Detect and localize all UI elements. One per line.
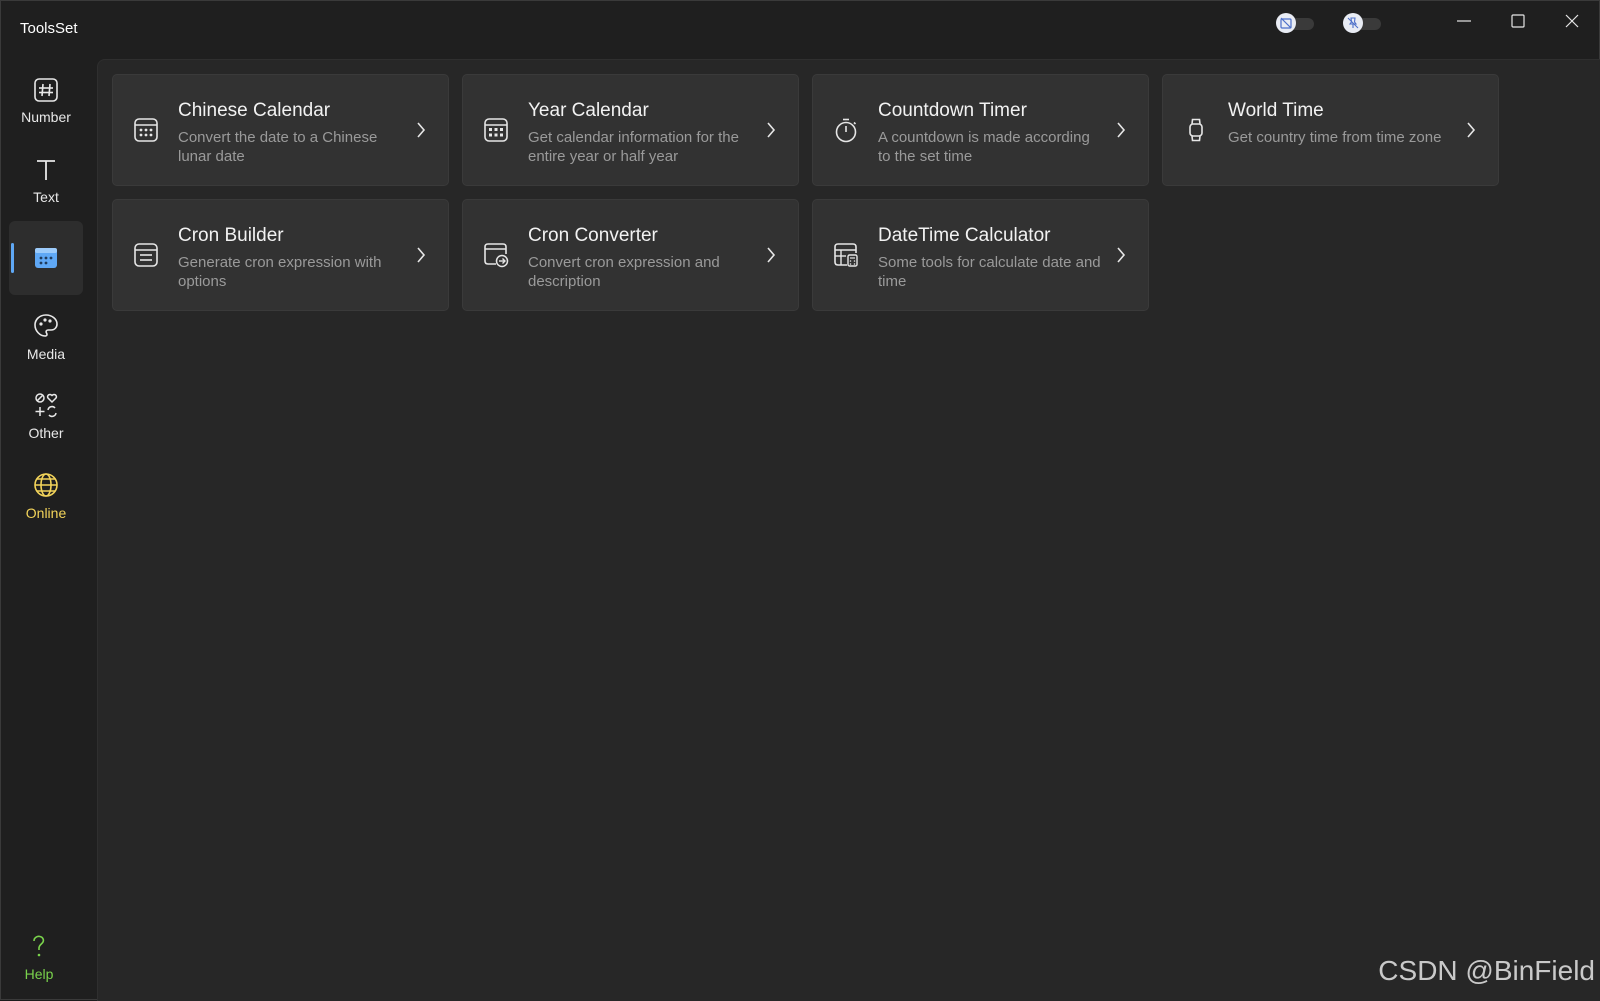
- calendar-arrow-icon: [484, 243, 509, 268]
- title-bar: ToolsSet: [1, 1, 1600, 59]
- calendar-icon: [35, 248, 57, 268]
- table-calculator-icon: [834, 243, 858, 267]
- card-description: Get calendar information for the entire …: [528, 129, 739, 165]
- sidebar-item-other[interactable]: Other: [9, 379, 83, 453]
- maximize-button[interactable]: [1491, 1, 1545, 41]
- card-title: World Time: [1228, 100, 1324, 121]
- card-title: DateTime Calculator: [878, 225, 1051, 246]
- app-window: ToolsSet Number Text Media Other Online …: [0, 0, 1600, 1001]
- chevron-right-icon: [1467, 122, 1476, 138]
- stopwatch-icon: [835, 118, 857, 143]
- tool-card-chinese-calendar[interactable]: Chinese Calendar Convert the date to a C…: [112, 74, 449, 186]
- chevron-right-icon: [767, 122, 776, 138]
- cron-builder-icon: [134, 243, 158, 267]
- sidebar-item-text[interactable]: Text: [9, 144, 83, 218]
- hash-icon: [34, 78, 58, 102]
- card-description: Generate cron expression with options: [178, 254, 382, 290]
- watermark-text: CSDN @BinField: [1378, 955, 1595, 986]
- close-icon: [1565, 14, 1579, 28]
- pin-toggle[interactable]: [1343, 13, 1385, 33]
- card-description: Get country time from time zone: [1228, 129, 1442, 146]
- minimize-button[interactable]: [1437, 1, 1491, 41]
- sidebar-item-label: Number: [21, 109, 71, 125]
- card-description: Convert cron expression and description: [528, 254, 720, 290]
- toggle-knob: [1343, 13, 1363, 33]
- calendar-month-icon: [484, 118, 508, 142]
- text-t-icon: [37, 160, 55, 180]
- sidebar-item-label: Media: [26, 346, 66, 362]
- tool-card-year-calendar[interactable]: Year Calendar Get calendar information f…: [462, 74, 799, 186]
- tool-card-cron-converter[interactable]: Cron Converter Convert cron expression a…: [462, 199, 799, 311]
- tool-card-world-time[interactable]: World Time Get country time from time zo…: [1162, 74, 1499, 186]
- chevron-right-icon: [417, 122, 426, 138]
- sidebar-item-datetime[interactable]: [9, 221, 83, 295]
- sidebar-item-label: Online: [25, 505, 67, 521]
- close-button[interactable]: [1545, 1, 1599, 41]
- minimize-icon: [1457, 20, 1471, 22]
- sidebar-item-label: Help: [24, 966, 54, 982]
- card-description: A countdown is made according to the set…: [878, 129, 1090, 165]
- card-title: Year Calendar: [528, 100, 649, 121]
- shapes-icon: [35, 393, 58, 418]
- toggle-knob: [1276, 13, 1296, 33]
- card-title: Chinese Calendar: [178, 100, 331, 121]
- sidebar-nav: Number Text Media Other Online Help: [1, 59, 89, 1001]
- sidebar-item-number[interactable]: Number: [9, 64, 83, 138]
- card-description: Convert the date to a Chinese lunar date: [178, 129, 378, 165]
- calendar-off-icon: [1280, 17, 1292, 29]
- chevron-right-icon: [1117, 122, 1126, 138]
- card-title: Countdown Timer: [878, 100, 1027, 121]
- globe-icon: [34, 473, 58, 497]
- calendar-grid-icon: [134, 118, 158, 142]
- active-indicator: [11, 243, 14, 273]
- sidebar-item-media[interactable]: Media: [9, 300, 83, 374]
- palette-icon: [34, 314, 58, 337]
- chevron-right-icon: [417, 247, 426, 263]
- chevron-right-icon: [1117, 247, 1126, 263]
- pin-off-icon: [1347, 17, 1359, 29]
- card-title: Cron Converter: [528, 225, 658, 246]
- watch-icon: [1189, 118, 1203, 142]
- sidebar-item-help[interactable]: Help: [1, 921, 77, 995]
- tool-card-cron-builder[interactable]: Cron Builder Generate cron expression wi…: [112, 199, 449, 311]
- question-icon: [33, 935, 45, 957]
- maximize-icon: [1511, 14, 1525, 28]
- card-title: Cron Builder: [178, 225, 284, 246]
- tool-card-datetime-calculator[interactable]: DateTime Calculator Some tools for calcu…: [812, 199, 1149, 311]
- chevron-right-icon: [767, 247, 776, 263]
- tool-card-countdown-timer[interactable]: Countdown Timer A countdown is made acco…: [812, 74, 1149, 186]
- sidebar-item-label: Other: [28, 425, 64, 441]
- tools-content: Chinese Calendar Convert the date to a C…: [97, 59, 1600, 1001]
- card-description: Some tools for calculate date and time: [878, 254, 1101, 290]
- app-title: ToolsSet: [20, 20, 78, 37]
- sidebar-item-label: Text: [33, 189, 59, 205]
- sidebar-item-online[interactable]: Online: [9, 459, 83, 533]
- calendar-toggle[interactable]: [1276, 13, 1318, 33]
